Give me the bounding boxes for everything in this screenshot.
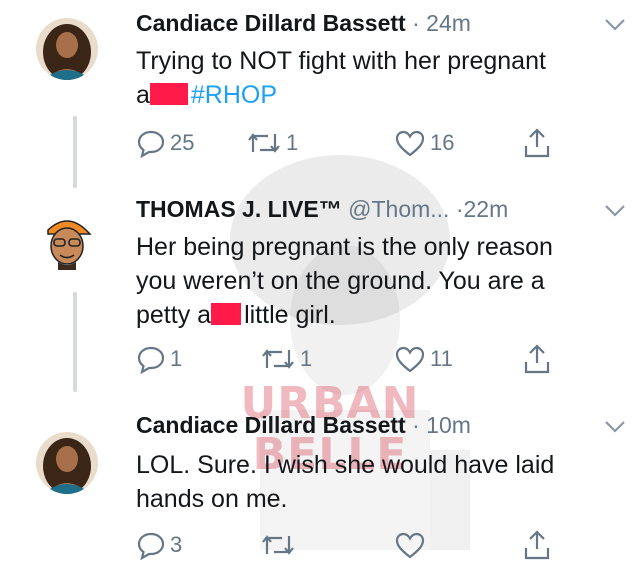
like-icon: [395, 346, 425, 373]
reply-button[interactable]: 3: [136, 528, 182, 562]
tweet-header: THOMAS J. LIVE™ @Thom... ·22m: [136, 196, 630, 230]
reply-count: 1: [170, 346, 183, 371]
reply-icon: [137, 130, 165, 158]
display-name[interactable]: Candiace Dillard Bassett: [136, 10, 406, 36]
retweet-button[interactable]: 1: [260, 342, 312, 376]
retweet-button[interactable]: [260, 528, 300, 562]
tweet-line: LOL. Sure. I wish she would have laid: [136, 451, 555, 479]
avatar[interactable]: [36, 210, 98, 272]
tweet-word: little girl.: [244, 301, 336, 329]
separator: ·: [412, 412, 420, 438]
tweet-header: Candiace Dillard Bassett · 24m: [136, 10, 630, 44]
tweet-line: a #RHOP: [136, 78, 606, 112]
avatar[interactable]: [36, 432, 98, 494]
chevron-down-icon[interactable]: [604, 420, 626, 439]
like-icon: [395, 130, 425, 157]
retweet-icon: [262, 349, 294, 369]
tweet-line: hands on me.: [136, 485, 288, 513]
tweet-line: you weren’t on the ground. You are a: [136, 267, 545, 295]
share-button[interactable]: [522, 528, 552, 562]
tweet-text: Trying to NOT fight with her pregnant a #…: [136, 44, 606, 112]
tweet[interactable]: Candiace Dillard Bassett · 24m Trying to…: [0, 10, 640, 170]
retweet-button[interactable]: 1: [246, 126, 298, 160]
tweet-line: Her being pregnant is the only reason: [136, 233, 553, 261]
timestamp[interactable]: 10m: [426, 412, 471, 438]
tweet-line: Trying to NOT fight with her pregnant: [136, 47, 546, 75]
retweet-icon: [248, 133, 280, 153]
share-icon: [524, 344, 550, 374]
retweet-icon: [262, 535, 294, 555]
display-name[interactable]: Candiace Dillard Bassett: [136, 412, 406, 438]
share-icon: [524, 128, 550, 158]
tweet-line: petty a little girl.: [136, 298, 606, 332]
reply-button[interactable]: 1: [136, 342, 182, 376]
chevron-down-icon[interactable]: [604, 204, 626, 223]
retweet-count: 1: [300, 346, 313, 371]
avatar[interactable]: [36, 18, 98, 80]
share-button[interactable]: [522, 342, 552, 376]
censor-bar: [149, 83, 188, 105]
tweet[interactable]: Candiace Dillard Bassett · 10m LOL. Sure…: [0, 412, 640, 567]
display-name[interactable]: THOMAS J. LIVE™: [136, 196, 342, 222]
tweet-actions: 25 1 16: [136, 126, 566, 160]
separator: ·: [412, 10, 420, 36]
like-count: 11: [430, 346, 453, 371]
reply-icon: [137, 346, 165, 374]
chevron-down-icon[interactable]: [604, 18, 626, 37]
tweet-word: petty a: [136, 301, 212, 329]
share-button[interactable]: [522, 126, 552, 160]
timestamp[interactable]: 24m: [426, 10, 471, 36]
user-handle[interactable]: @Thom...: [348, 196, 449, 222]
tweet-actions: 3: [136, 528, 566, 562]
tweet[interactable]: THOMAS J. LIVE™ @Thom... ·22m Her being …: [0, 196, 640, 386]
reply-count: 3: [170, 532, 183, 557]
tweet-actions: 1 1 11: [136, 342, 566, 376]
tweet-text: LOL. Sure. I wish she would have laid ha…: [136, 448, 606, 516]
timestamp[interactable]: 22m: [464, 196, 509, 222]
hashtag-link[interactable]: #RHOP: [191, 81, 277, 109]
like-count: 16: [430, 130, 455, 155]
reply-icon: [137, 532, 165, 560]
like-button[interactable]: 16: [394, 126, 454, 160]
like-icon: [395, 532, 425, 559]
like-button[interactable]: 11: [394, 342, 453, 376]
reply-button[interactable]: 25: [136, 126, 194, 160]
tweet-text: Her being pregnant is the only reason yo…: [136, 230, 606, 332]
share-icon: [524, 530, 550, 560]
tweet-word: a: [136, 81, 150, 109]
separator: ·: [455, 196, 464, 222]
censor-bar: [211, 303, 242, 325]
like-button[interactable]: [394, 528, 430, 562]
tweet-header: Candiace Dillard Bassett · 10m: [136, 412, 630, 446]
retweet-count: 1: [286, 130, 299, 155]
reply-count: 25: [170, 130, 195, 155]
